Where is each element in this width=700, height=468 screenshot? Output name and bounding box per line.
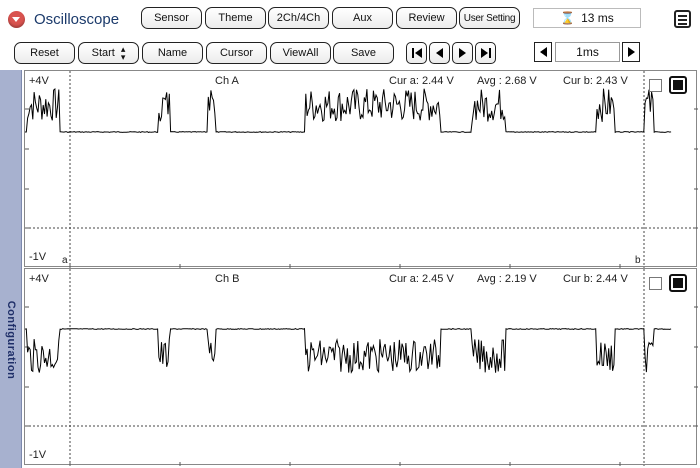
average-readout: Avg : 2.68 V [477,75,537,87]
tab-2ch-4ch[interactable]: 2Ch/4Ch [268,7,329,29]
channel-b-checkbox[interactable] [649,277,662,290]
timebase-decrease-button[interactable] [534,42,552,62]
step-forward-button[interactable] [452,42,473,64]
channel-b-plot[interactable]: +4V Ch B Cur a: 2.45 V Avg : 2.19 V Cur … [24,268,698,466]
step-back-button[interactable] [429,42,450,64]
tab-user-setting[interactable]: User Setting [459,7,520,29]
jump-start-icon [411,48,414,58]
timebase-value[interactable]: 1ms [555,42,620,62]
cursor-button[interactable]: Cursor [206,42,267,64]
cursor-b-readout: Cur b: 2.43 V [563,75,628,87]
cursor-b-readout: Cur b: 2.44 V [563,273,628,285]
channel-name: Ch B [215,273,240,285]
cursor-a-readout: Cur a: 2.45 V [389,273,454,285]
tab-review[interactable]: Review [396,7,457,29]
signal-trace [25,327,672,374]
decrease-icon [539,47,547,57]
save-button[interactable]: Save [333,42,394,64]
tab-aux[interactable]: Aux [332,7,393,29]
start-select-label: Start [91,47,115,59]
app-menu-icon[interactable] [8,11,25,28]
channel-b-maximize-icon[interactable] [669,274,687,292]
updown-icon: ▴ ▾ [120,44,126,62]
increase-icon [627,47,635,57]
elapsed-time-display: ⌛ 13 ms [533,8,641,28]
channel-b-trace [25,269,698,466]
start-select[interactable]: Start ▴ ▾ [78,42,139,64]
configuration-label: Configuration [5,300,17,380]
cursor-b-marker[interactable]: b [635,255,641,266]
cursor-a-readout: Cur a: 2.44 V [389,75,454,87]
jump-start-button[interactable] [406,42,427,64]
average-readout: Avg : 2.19 V [477,273,537,285]
title-bar: Oscilloscope Sensor Theme 2Ch/4Ch Aux Re… [0,0,700,38]
signal-trace [25,87,672,134]
step-forward-icon [459,48,466,58]
configuration-side-tab[interactable]: Configuration [0,70,22,468]
y-min-label: -1V [29,251,47,263]
jump-end-button[interactable] [475,42,496,64]
y-max-label: +4V [29,273,49,285]
app-title: Oscilloscope [34,11,120,28]
y-max-label: +4V [29,75,49,87]
jump-end-icon [480,48,488,58]
tab-theme[interactable]: Theme [205,7,266,29]
reset-button[interactable]: Reset [14,42,75,64]
tab-sensor[interactable]: Sensor [141,7,202,29]
channel-a-checkbox[interactable] [649,79,662,92]
hourglass-icon: ⌛ [560,11,576,25]
name-button[interactable]: Name [142,42,203,64]
cursor-a-marker[interactable]: a [62,255,68,266]
channel-a-maximize-icon[interactable] [669,76,687,94]
channel-a-plot[interactable]: +4V Ch A Cur a: 2.44 V Avg : 2.68 V Cur … [24,70,698,268]
viewall-button[interactable]: ViewAll [270,42,331,64]
timebase-increase-button[interactable] [622,42,640,62]
step-back-icon [436,48,443,58]
jump-end-bar [488,48,491,58]
jump-start-arrow [414,48,422,58]
channel-name: Ch A [215,75,239,87]
elapsed-time-value: 13 ms [581,11,614,25]
y-min-label: -1V [29,449,47,461]
menu-icon[interactable] [674,10,691,28]
channel-a-trace [25,71,698,268]
